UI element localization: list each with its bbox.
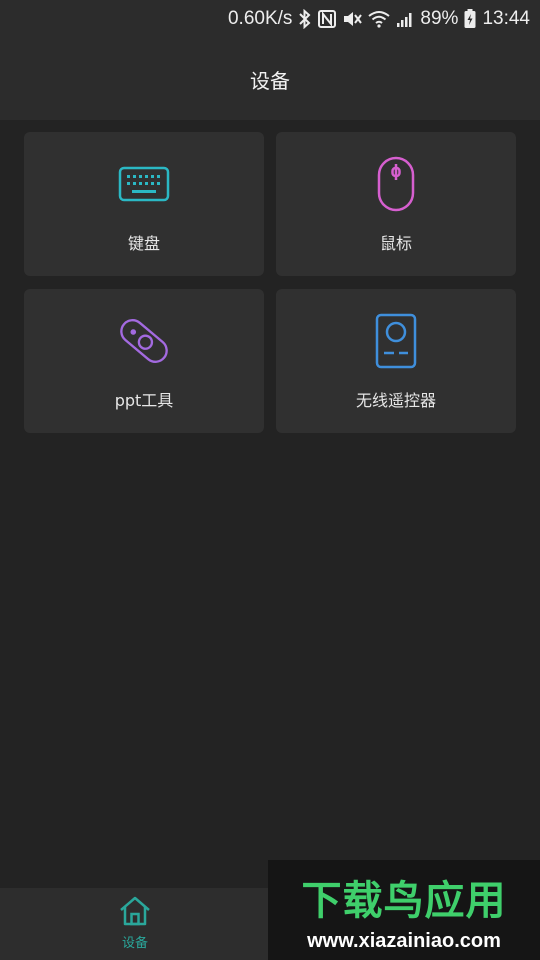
clock: 13:44 <box>482 8 530 29</box>
network-speed: 0.60K/s <box>227 8 293 29</box>
status-indicators: 0.60K/s 89% 13:44 <box>228 6 530 32</box>
battery-percent: 89% <box>420 8 459 29</box>
wireless-remote-card[interactable]: 无线遥控器 <box>276 289 516 433</box>
signal-icon <box>396 10 414 28</box>
mouse-card[interactable]: 鼠标 <box>276 132 516 276</box>
status-bar: 0.60K/s 89% 13:44 <box>0 0 540 38</box>
keyboard-label: 键盘 <box>127 234 160 253</box>
nav-item-devices[interactable]: 设备 <box>95 896 175 951</box>
ppt-tool-label: ppt工具 <box>114 391 174 410</box>
remote-control-icon <box>368 313 424 369</box>
keyboard-card[interactable]: 键盘 <box>24 132 264 276</box>
ppt-remote-icon <box>116 313 172 369</box>
home-icon <box>118 896 152 930</box>
app-header: 设备 <box>0 38 540 120</box>
mute-icon <box>342 10 363 28</box>
page-title: 设备 <box>250 68 290 93</box>
wireless-remote-label: 无线遥控器 <box>355 391 436 410</box>
wifi-icon <box>368 10 391 28</box>
battery-charging-icon <box>464 9 476 29</box>
device-grid: 键盘 鼠标 ppt工具 无线遥控器 <box>24 132 516 433</box>
mouse-label: 鼠标 <box>379 234 412 253</box>
bluetooth-icon <box>298 9 312 29</box>
watermark-url: www.xiazainiao.com <box>307 929 501 952</box>
keyboard-icon <box>116 156 172 212</box>
watermark-logo: 下载鸟应用 <box>301 877 507 924</box>
nav-label-devices: 设备 <box>121 936 148 951</box>
ppt-tool-card[interactable]: ppt工具 <box>24 289 264 433</box>
mouse-icon <box>368 156 424 212</box>
nfc-icon <box>318 10 337 28</box>
watermark: 下载鸟应用 www.xiazainiao.com <box>268 860 540 960</box>
